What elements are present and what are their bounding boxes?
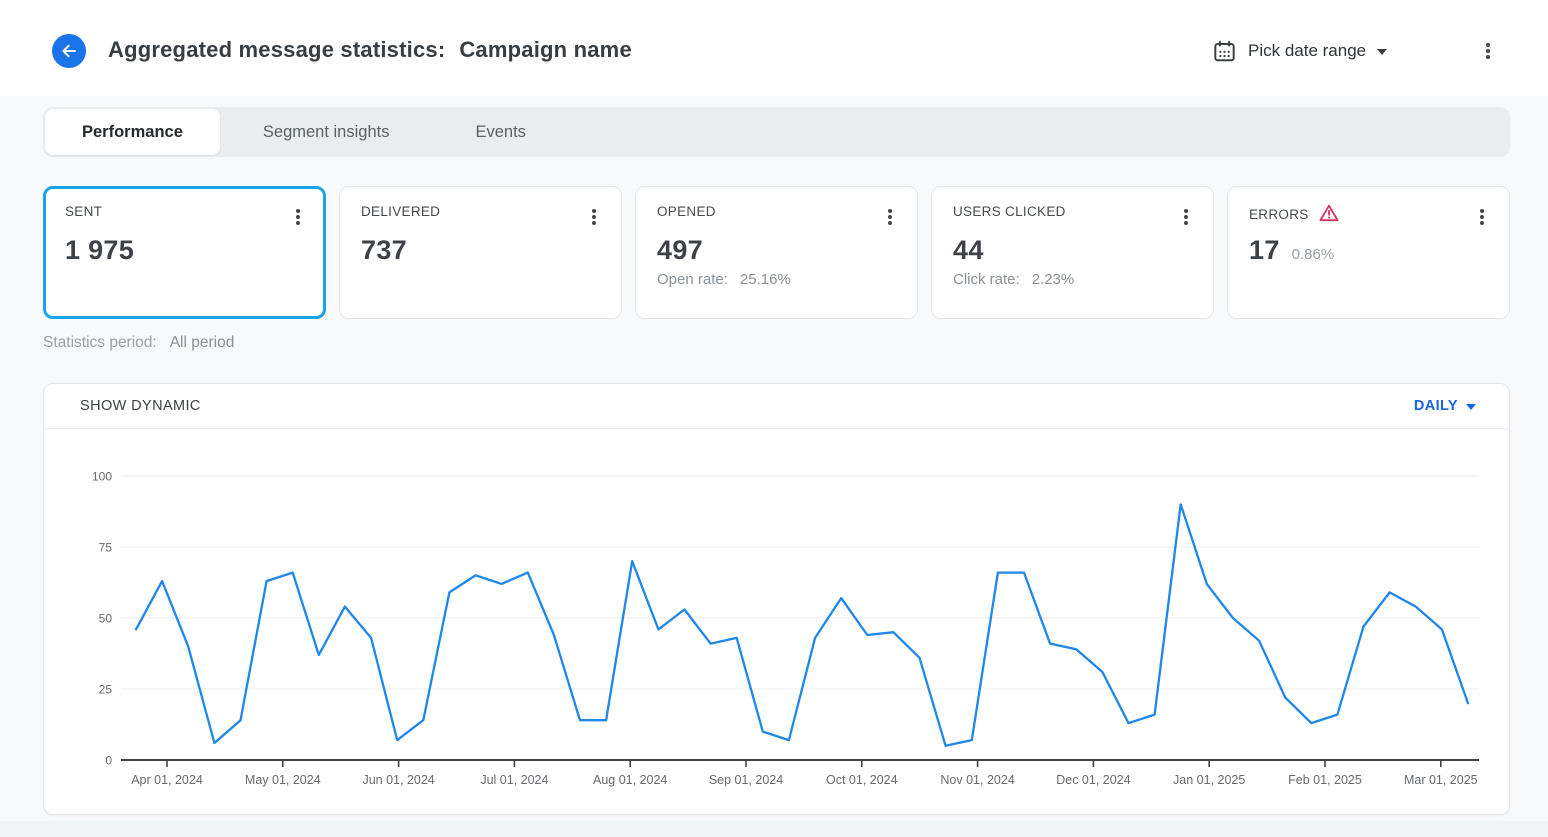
svg-text:Sep 01, 2024: Sep 01, 2024 [709,773,783,787]
kebab-icon [296,215,300,219]
card-delivered[interactable]: DELIVERED 737 [339,186,622,319]
card-delivered-value: 737 [361,235,407,266]
arrow-left-icon [60,42,78,60]
tab-bar: Performance Segment insights Events [43,107,1510,157]
svg-text:May 01, 2024: May 01, 2024 [245,773,321,787]
open-rate-value: 25.16% [740,271,791,288]
kebab-icon [1184,215,1188,219]
card-errors-value: 17 [1249,235,1280,266]
statistics-period-value: All period [170,334,235,352]
svg-text:100: 100 [92,470,112,484]
svg-text:75: 75 [99,541,113,555]
open-rate-label: Open rate: [657,271,728,288]
svg-text:Oct 01, 2024: Oct 01, 2024 [826,773,898,787]
kebab-icon [1480,215,1484,219]
svg-text:Nov 01, 2024: Nov 01, 2024 [940,773,1014,787]
error-rate-value: 0.86% [1292,246,1335,263]
card-opened-label: OPENED [657,204,716,219]
back-button[interactable] [52,34,86,68]
svg-text:Jan 01, 2025: Jan 01, 2025 [1173,773,1245,787]
line-chart: 0 25 50 75 100 Apr 01, 2024 May 01, 2024 Jun 01… [44,431,1509,811]
card-users-clicked[interactable]: USERS CLICKED 44 Click rate: 2.23% [931,186,1214,319]
kebab-icon [1486,49,1490,53]
chevron-down-icon [1377,49,1387,55]
card-errors[interactable]: ERRORS 17 0.86% [1227,186,1510,319]
kebab-icon [888,215,892,219]
click-rate-value: 2.23% [1032,271,1075,288]
svg-text:Jun 01, 2024: Jun 01, 2024 [362,773,434,787]
date-range-button[interactable]: Pick date range [1212,35,1387,67]
svg-text:0: 0 [105,754,112,768]
card-errors-label: ERRORS [1249,207,1309,222]
card-delivered-more-button[interactable] [584,206,604,228]
svg-text:50: 50 [99,612,113,626]
chart-panel: SHOW DYNAMIC DAILY 0 25 50 75 100 Apr 01, 202… [43,383,1510,815]
statistics-period-label: Statistics period: [43,334,157,352]
statistics-period: Statistics period: All period [43,334,234,352]
card-users-clicked-label: USERS CLICKED [953,204,1066,219]
card-opened-more-button[interactable] [880,206,900,228]
page-title: Aggregated message statistics: Campaign … [108,37,632,63]
svg-text:Jul 01, 2024: Jul 01, 2024 [480,773,548,787]
stat-cards-row: SENT 1 975 DELIVERED 737 OPENED 497 Open… [43,186,1510,319]
warning-icon [1318,202,1340,224]
svg-text:Mar 01, 2025: Mar 01, 2025 [1404,773,1478,787]
tab-performance[interactable]: Performance [45,109,220,155]
page: Aggregated message statistics: Campaign … [0,0,1548,837]
interval-dropdown[interactable]: DAILY [1414,398,1476,414]
date-range-label: Pick date range [1248,41,1366,61]
card-opened-value: 497 [657,235,703,266]
svg-text:Dec 01, 2024: Dec 01, 2024 [1056,773,1130,787]
chart-header: SHOW DYNAMIC DAILY [44,384,1509,429]
chart-title: SHOW DYNAMIC [80,398,201,414]
svg-text:Apr 01, 2024: Apr 01, 2024 [131,773,203,787]
page-bottom-strip [0,821,1548,837]
svg-text:25: 25 [99,683,113,697]
card-sent-label: SENT [65,204,102,219]
campaign-name: Campaign name [459,37,632,63]
card-errors-more-button[interactable] [1472,206,1492,228]
tab-segment-insights[interactable]: Segment insights [220,109,433,155]
card-sent[interactable]: SENT 1 975 [43,186,326,319]
svg-text:Aug 01, 2024: Aug 01, 2024 [593,773,667,787]
tab-events[interactable]: Events [432,109,568,155]
header-more-button[interactable] [1476,38,1500,64]
card-sent-value: 1 975 [65,235,134,266]
card-users-clicked-value: 44 [953,235,984,266]
svg-text:Feb 01, 2025: Feb 01, 2025 [1288,773,1362,787]
card-users-clicked-more-button[interactable] [1176,206,1196,228]
interval-label: DAILY [1414,398,1458,414]
chevron-down-icon [1466,404,1476,410]
card-opened[interactable]: OPENED 497 Open rate: 25.16% [635,186,918,319]
card-delivered-label: DELIVERED [361,204,440,219]
card-sent-more-button[interactable] [288,206,308,228]
page-title-text: Aggregated message statistics: [108,37,445,63]
click-rate-label: Click rate: [953,271,1020,288]
kebab-icon [592,215,596,219]
calendar-icon [1212,39,1237,64]
